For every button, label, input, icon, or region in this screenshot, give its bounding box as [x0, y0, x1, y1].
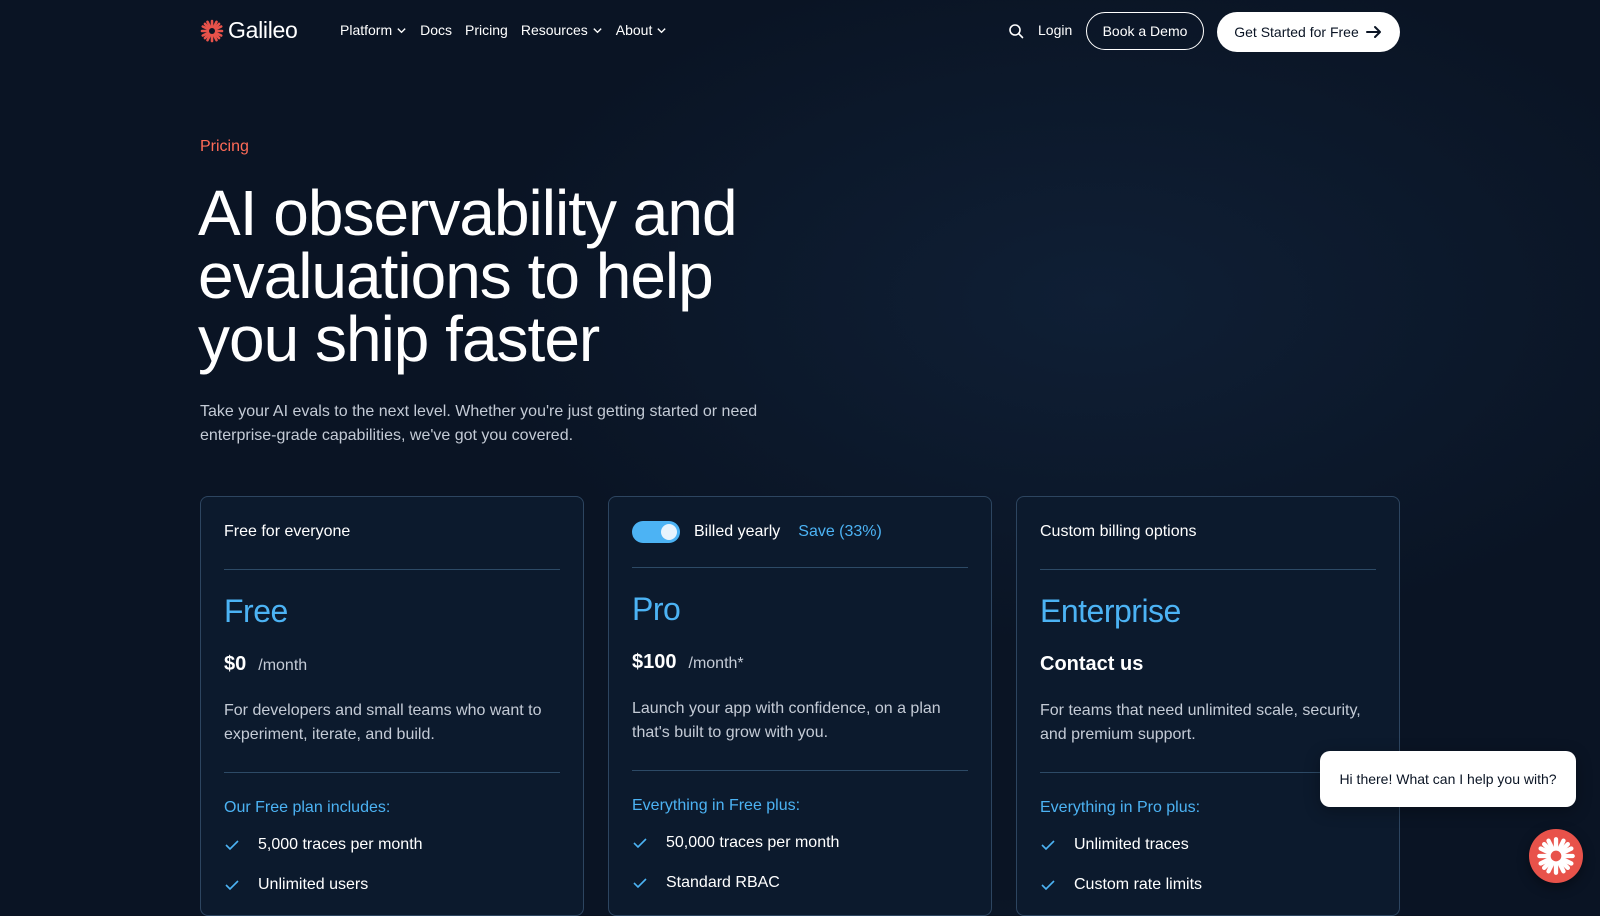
- contact-us[interactable]: Contact us: [1040, 653, 1143, 676]
- plan-card-enterprise: Custom billing options Enterprise Contac…: [1016, 496, 1400, 916]
- plan-description: For teams that need unlimited scale, sec…: [1040, 702, 1361, 743]
- top-nav: Galileo Platform Docs Pricing Resources …: [0, 0, 1600, 64]
- check-icon: [1041, 880, 1055, 891]
- feature-item: Custom rate limits: [1040, 876, 1202, 894]
- galileo-logo-icon: [200, 19, 224, 42]
- nav-item-label: Pricing: [465, 22, 508, 38]
- feature-label: Custom rate limits: [1074, 876, 1203, 893]
- plan-tagline: Free for everyone: [224, 523, 351, 540]
- price-unit: /month: [258, 657, 308, 674]
- billing-toggle[interactable]: [632, 521, 680, 543]
- includes-heading: Everything in Free plus:: [632, 797, 801, 814]
- plan-card-pro: Billed yearly Save (33%) Pro $100 /month…: [608, 496, 992, 916]
- plan-name: Free: [224, 593, 288, 629]
- logo[interactable]: Galileo: [200, 17, 298, 44]
- brand-name: Galileo: [228, 17, 298, 43]
- plan-tagline: Custom billing options: [1040, 523, 1197, 540]
- nav-item-docs[interactable]: Docs: [420, 22, 452, 38]
- chevron-down-icon: [397, 27, 406, 33]
- nav-item-label: Platform: [340, 22, 393, 38]
- nav-item-label: About: [615, 22, 653, 38]
- feature-label: Standard RBAC: [666, 874, 780, 891]
- divider: [224, 569, 560, 570]
- plan-card-free: Free for everyone Free $0 /month For dev…: [200, 496, 584, 916]
- check-icon: [225, 880, 239, 891]
- nav-links: Platform Docs Pricing Resources About: [340, 22, 667, 38]
- price-unit: /month*: [688, 655, 744, 672]
- search-icon[interactable]: [1008, 23, 1024, 39]
- chevron-down-icon: [657, 27, 666, 33]
- login-link[interactable]: Login: [1038, 22, 1072, 38]
- feature-label: 50,000 traces per month: [666, 834, 840, 851]
- plan-price: $100 /month*: [632, 651, 744, 674]
- price-amount: $0: [224, 653, 247, 675]
- chat-icon: [1537, 837, 1575, 875]
- feature-item: Standard RBAC: [632, 874, 780, 892]
- toggle-knob: [661, 524, 677, 540]
- save-badge: Save (33%): [798, 523, 882, 540]
- nav-item-pricing[interactable]: Pricing: [465, 22, 508, 38]
- nav-item-label: Resources: [520, 22, 588, 38]
- feature-label: 5,000 traces per month: [258, 836, 423, 853]
- nav-item-platform[interactable]: Platform: [340, 22, 407, 38]
- check-icon: [1041, 840, 1055, 851]
- billing-toggle-row: Billed yearly Save (33%): [632, 521, 882, 543]
- feature-item: Unlimited users: [224, 876, 368, 894]
- chevron-down-icon: [593, 27, 602, 33]
- check-icon: [633, 878, 647, 889]
- page-subtitle: Take your AI evals to the next level. Wh…: [200, 403, 758, 444]
- arrow-right-icon: [1365, 26, 1381, 38]
- nav-item-label: Docs: [420, 22, 453, 38]
- plan-name: Enterprise: [1040, 593, 1181, 629]
- includes-heading: Our Free plan includes:: [224, 799, 391, 816]
- feature-item: 5,000 traces per month: [224, 836, 423, 854]
- price-amount: $100: [632, 651, 677, 673]
- divider: [224, 772, 560, 773]
- check-icon: [225, 840, 239, 851]
- feature-item: 50,000 traces per month: [632, 834, 839, 852]
- plan-description: For developers and small teams who want …: [224, 702, 542, 743]
- plan-name: Pro: [632, 591, 681, 627]
- feature-label: Unlimited users: [258, 876, 369, 893]
- includes-heading: Everything in Pro plus:: [1040, 799, 1201, 816]
- page-eyebrow: Pricing: [200, 138, 249, 155]
- chat-greeting-bubble[interactable]: Hi there! What can I help you with?: [1320, 751, 1576, 807]
- divider: [1040, 569, 1376, 570]
- plan-price: $0 /month: [224, 653, 307, 676]
- book-demo-button[interactable]: Book a Demo: [1086, 12, 1204, 50]
- get-started-button[interactable]: Get Started for Free: [1217, 12, 1400, 52]
- chat-launcher-button[interactable]: [1529, 829, 1583, 883]
- nav-item-resources[interactable]: Resources: [521, 22, 603, 38]
- divider: [632, 567, 968, 568]
- page-title: AI observability and evaluations to help…: [198, 177, 738, 375]
- feature-label: Unlimited traces: [1074, 836, 1189, 853]
- plan-description: Launch your app with confidence, on a pl…: [632, 700, 941, 741]
- divider: [632, 770, 968, 771]
- nav-item-about[interactable]: About: [616, 22, 668, 38]
- billing-label: Billed yearly: [694, 523, 781, 540]
- feature-item: Unlimited traces: [1040, 836, 1189, 854]
- check-icon: [633, 838, 647, 849]
- get-started-label: Get Started for Free: [1234, 24, 1359, 40]
